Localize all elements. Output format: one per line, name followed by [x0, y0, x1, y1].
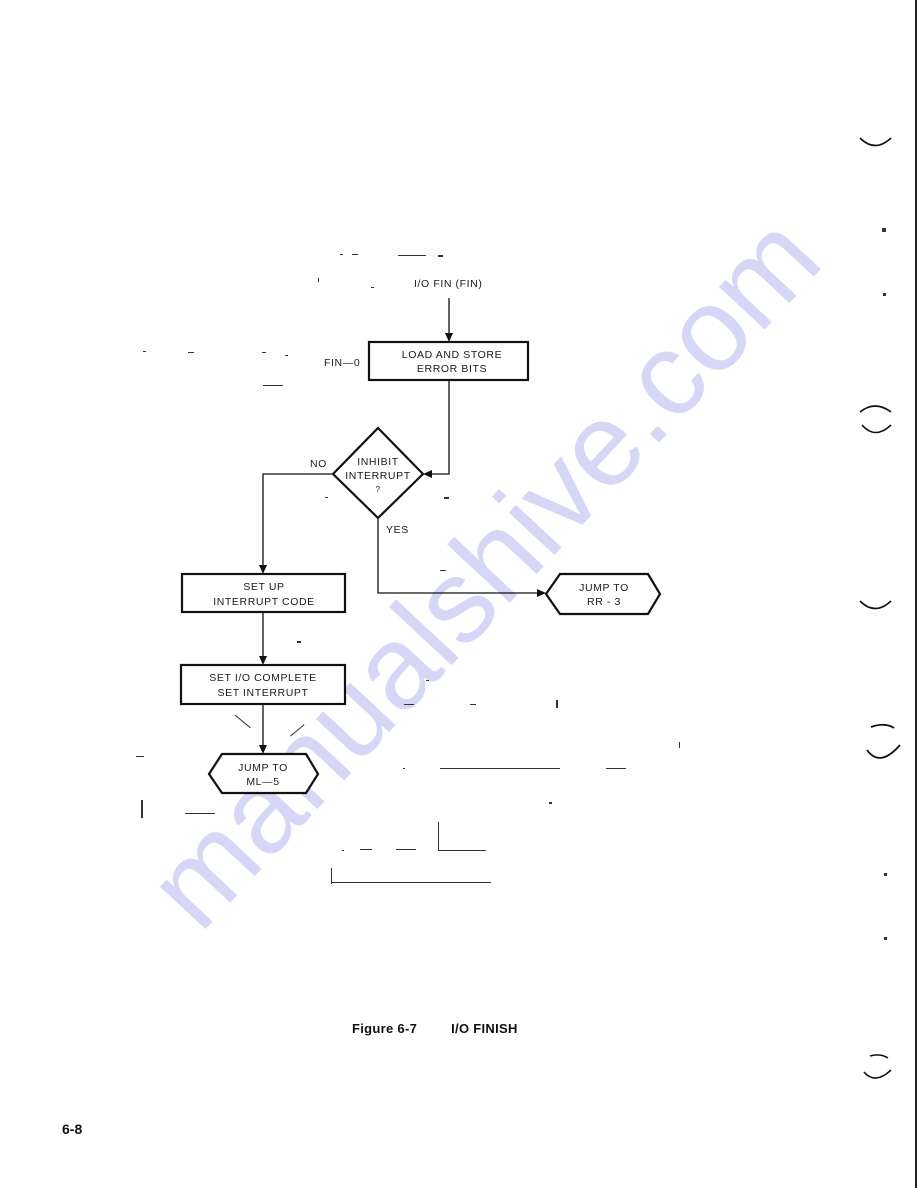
node-text: RR - 3: [587, 596, 621, 608]
node-load-store: LOAD AND STORE ERROR BITS: [367, 340, 530, 382]
binder-hole-icon: [859, 600, 892, 610]
page-edge-line: [915, 0, 917, 1188]
page-number: 6-8: [62, 1121, 83, 1137]
node-text: ?: [375, 485, 380, 494]
branch-label-yes: YES: [386, 524, 409, 536]
node-set-up: SET UP INTERRUPT CODE: [180, 572, 347, 614]
node-text: SET INTERRUPT: [217, 687, 308, 699]
node-text: LOAD AND STORE: [402, 349, 502, 361]
node-text: ERROR BITS: [417, 363, 487, 375]
edge-load-store-to-inhibit: [430, 380, 450, 475]
watermark-text: manualshive.com: [122, 191, 845, 953]
node-text: SET I/O COMPLETE: [209, 672, 316, 684]
binder-hole-icon: [859, 405, 892, 434]
flowchart: manualshive.com I/O FIN (FIN) FIN—0 LOAD…: [122, 137, 901, 1079]
watermark: manualshive.com: [122, 191, 845, 953]
terminal-hexagon: [544, 572, 662, 616]
branch-label-no: NO: [310, 458, 327, 470]
figure-caption: Figure 6-7 I/O FINISH: [352, 1021, 518, 1036]
figure-number: Figure 6-7: [352, 1021, 418, 1036]
entry-label: I/O FIN (FIN): [414, 278, 482, 290]
node-jump-rr3: JUMP TO RR - 3: [544, 572, 662, 616]
node-jump-ml5: JUMP TO ML—5: [207, 752, 320, 795]
side-label: FIN—0: [324, 357, 360, 369]
node-text: ML—5: [246, 776, 279, 788]
manual-page: manualshive.com I/O FIN (FIN) FIN—0 LOAD…: [0, 0, 918, 1188]
binder-hole-icon: [859, 137, 892, 147]
binder-hole-icon: [863, 1054, 892, 1079]
node-inhibit-interrupt: INHIBIT INTERRUPT ?: [331, 426, 425, 520]
arrowhead-icon: [259, 565, 267, 574]
node-text: SET UP: [243, 581, 284, 593]
binder-holes: [859, 137, 901, 1079]
node-text: INTERRUPT: [345, 470, 410, 482]
node-text: JUMP TO: [579, 582, 629, 594]
node-text: INTERRUPT CODE: [213, 596, 315, 608]
figure-title: I/O FINISH: [451, 1021, 518, 1036]
arrowhead-icon: [445, 333, 453, 342]
edge-inhibit-to-set-up: [262, 473, 333, 567]
node-text: INHIBIT: [357, 456, 399, 468]
node-text: JUMP TO: [238, 762, 288, 774]
node-set-io: SET I/O COMPLETE SET INTERRUPT: [179, 663, 347, 706]
binder-hole-icon: [866, 723, 901, 759]
arrowhead-icon: [259, 656, 267, 665]
